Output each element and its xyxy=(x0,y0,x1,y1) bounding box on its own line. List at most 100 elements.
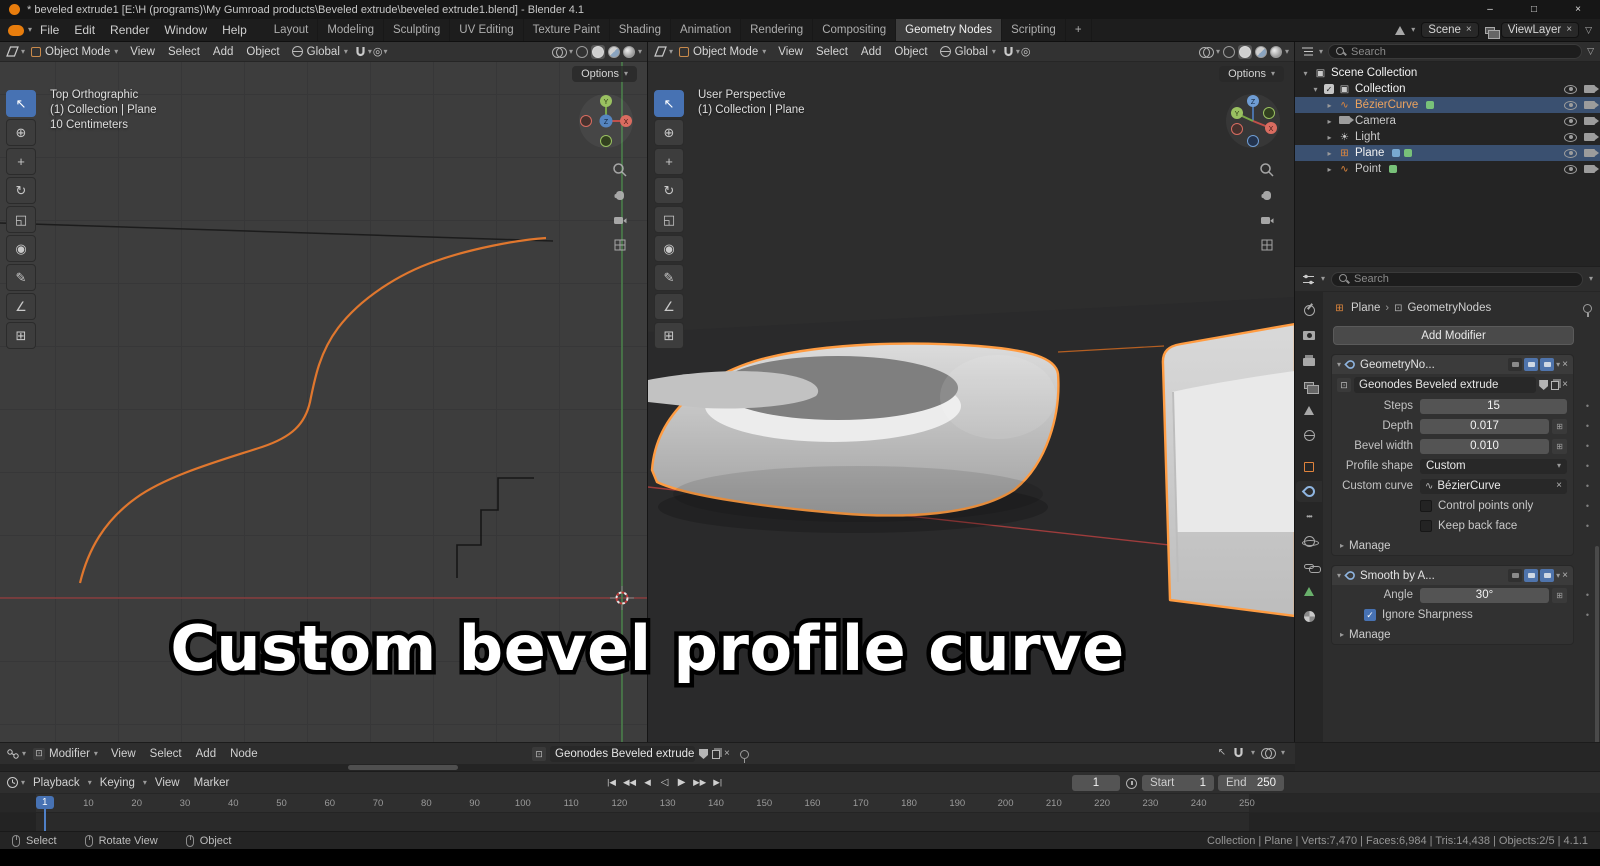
menu-select[interactable]: Select xyxy=(162,45,206,59)
move-tool[interactable]: + xyxy=(654,148,684,175)
playhead[interactable] xyxy=(44,808,46,831)
outliner-row-point[interactable]: ▸ ∿ Point xyxy=(1295,161,1600,177)
snap-magnet-icon[interactable] xyxy=(354,45,367,58)
shading-solid-active[interactable] xyxy=(590,44,605,59)
ortho-grid-icon[interactable] xyxy=(1259,237,1275,253)
snap-magnet-icon[interactable] xyxy=(1232,746,1245,759)
display-render-toggle[interactable] xyxy=(1540,358,1555,371)
unlink-node-group-icon[interactable]: × xyxy=(724,749,730,759)
workspace-tab-compositing[interactable]: Compositing xyxy=(813,19,897,41)
menu-view[interactable]: View xyxy=(149,776,186,790)
shading-rendered-icon[interactable] xyxy=(1269,45,1282,58)
modifier-header[interactable]: ▾ Smooth by A... ▾ × xyxy=(1332,566,1573,585)
input-attribute-toggle-icon[interactable]: ⊞ xyxy=(1552,418,1567,434)
mode-dropdown[interactable]: Object Mode ▾ xyxy=(674,45,771,59)
timeline-track[interactable] xyxy=(0,812,1600,831)
timeline-ruler[interactable]: 10 20 30 40 50 60 70 80 90 100 110 120 130 140 150 160 1… xyxy=(0,793,1600,812)
zoom-icon[interactable] xyxy=(1259,162,1275,178)
scale-tool[interactable]: ◱ xyxy=(6,206,36,233)
animate-decorator-icon[interactable]: • xyxy=(1586,421,1589,431)
scene-browse-chevron-icon[interactable]: ▾ xyxy=(1411,26,1415,34)
properties-tab-world[interactable] xyxy=(1296,425,1322,446)
animate-decorator-icon[interactable]: • xyxy=(1586,590,1589,600)
cursor-tool[interactable]: ⊕ xyxy=(6,119,36,146)
angle-value-slider[interactable]: 30° xyxy=(1420,587,1549,603)
cursor-tool[interactable]: ⊕ xyxy=(654,119,684,146)
pan-hand-icon[interactable] xyxy=(612,187,628,203)
display-render-toggle[interactable] xyxy=(1540,569,1555,582)
move-tool[interactable]: + xyxy=(6,148,36,175)
modifier-name[interactable]: GeometryNo... xyxy=(1360,359,1435,371)
menu-marker[interactable]: Marker xyxy=(188,776,236,790)
menu-add[interactable]: Add xyxy=(190,747,222,761)
fake-user-shield-icon[interactable] xyxy=(1539,380,1549,390)
control-points-only-checkbox[interactable] xyxy=(1420,500,1432,512)
zoom-icon[interactable] xyxy=(612,162,628,178)
editor-type-3d-viewport-icon[interactable] xyxy=(653,45,668,58)
transform-tool[interactable]: ◉ xyxy=(6,235,36,262)
hide-eye-icon[interactable] xyxy=(1564,100,1577,110)
hide-eye-icon[interactable] xyxy=(1564,148,1577,158)
play-reverse-button[interactable]: ◁ xyxy=(657,776,672,789)
workspace-tab-animation[interactable]: Animation xyxy=(671,19,742,41)
menu-object[interactable]: Object xyxy=(240,45,285,59)
add-workspace-tab[interactable]: + xyxy=(1066,19,1092,41)
filter-funnel-icon[interactable]: ▽ xyxy=(1585,25,1592,36)
workspace-tab-modeling[interactable]: Modeling xyxy=(318,19,384,41)
add-cube-tool[interactable]: ⊞ xyxy=(654,322,684,349)
preview-range-clock-icon[interactable] xyxy=(1126,778,1137,789)
disable-render-icon[interactable] xyxy=(1584,117,1599,125)
viewport-left-canvas[interactable]: Top Orthographic (1) Collection | Plane … xyxy=(0,62,647,742)
prev-keyframe-button[interactable]: ◀◀ xyxy=(621,776,638,789)
end-frame-field[interactable]: End 250 xyxy=(1218,775,1284,791)
unlink-node-group-icon[interactable]: × xyxy=(1562,380,1568,390)
overlays-icon[interactable] xyxy=(551,46,567,58)
animate-decorator-icon[interactable]: • xyxy=(1586,441,1589,451)
browse-node-tree-icon[interactable]: ⊡ xyxy=(1337,378,1351,392)
current-frame-field[interactable]: 1 xyxy=(1072,775,1120,791)
menu-view[interactable]: View xyxy=(105,747,142,761)
modifier-extras-chevron-icon[interactable]: ▾ xyxy=(1556,360,1560,369)
animate-decorator-icon[interactable]: • xyxy=(1586,521,1589,531)
overlays-icon[interactable] xyxy=(1198,46,1214,58)
jump-to-start-button[interactable]: |◀ xyxy=(604,776,619,789)
hide-eye-icon[interactable] xyxy=(1564,116,1577,126)
shading-solid-active[interactable] xyxy=(1237,44,1252,59)
animate-decorator-icon[interactable]: • xyxy=(1586,461,1589,471)
disable-render-icon[interactable] xyxy=(1584,101,1599,109)
modifier-extras-chevron-icon[interactable]: ▾ xyxy=(1556,571,1560,580)
outliner-row-scene-collection[interactable]: ▾ ▣ Scene Collection xyxy=(1295,65,1600,81)
rotate-tool[interactable]: ↻ xyxy=(654,177,684,204)
jump-to-end-button[interactable]: ▶| xyxy=(710,776,725,789)
duplicate-node-group-icon[interactable] xyxy=(712,749,720,759)
node-group-field[interactable]: Geonodes Beveled extrude xyxy=(1354,377,1537,393)
properties-tab-output[interactable] xyxy=(1296,350,1322,371)
transform-tool[interactable]: ◉ xyxy=(654,235,684,262)
annotate-tool[interactable]: ✎ xyxy=(6,264,36,291)
properties-tab-constraints[interactable] xyxy=(1296,556,1322,577)
animate-decorator-icon[interactable]: • xyxy=(1586,401,1589,411)
properties-search-input[interactable]: Search xyxy=(1331,271,1583,287)
ortho-grid-icon[interactable] xyxy=(612,237,628,253)
view-layer-unlink-icon[interactable]: × xyxy=(1566,25,1572,35)
proportional-editing-icon[interactable]: ◎ xyxy=(373,45,383,58)
start-frame-field[interactable]: Start 1 xyxy=(1142,775,1214,791)
proportional-editing-icon[interactable]: ◎ xyxy=(1021,45,1031,58)
profile-shape-dropdown[interactable]: Custom ▾ xyxy=(1420,458,1567,474)
menu-keying[interactable]: Keying xyxy=(94,776,141,790)
navigation-gizmo[interactable]: Y X Z xyxy=(577,92,635,150)
editor-type-timeline-icon[interactable] xyxy=(6,776,19,789)
expand-chevron-icon[interactable]: ▾ xyxy=(1337,571,1341,580)
menu-add[interactable]: Add xyxy=(207,45,239,59)
pin-icon[interactable] xyxy=(1583,303,1592,317)
delete-modifier-icon[interactable]: × xyxy=(1562,359,1568,370)
navigation-gizmo[interactable]: Z X Y xyxy=(1224,92,1282,150)
outliner-row-collection[interactable]: ▾ ✓ ▣ Collection xyxy=(1295,81,1600,97)
menu-object[interactable]: Object xyxy=(888,45,933,59)
manage-subpanel[interactable]: ▸ Manage xyxy=(1332,625,1573,644)
workspace-tab-layout[interactable]: Layout xyxy=(265,19,319,41)
properties-tab-render[interactable] xyxy=(1296,325,1322,346)
hide-eye-icon[interactable] xyxy=(1564,164,1577,174)
input-attribute-toggle-icon[interactable]: ⊞ xyxy=(1552,587,1567,603)
outliner-row-plane[interactable]: ▸ ⊞ Plane xyxy=(1295,145,1600,161)
